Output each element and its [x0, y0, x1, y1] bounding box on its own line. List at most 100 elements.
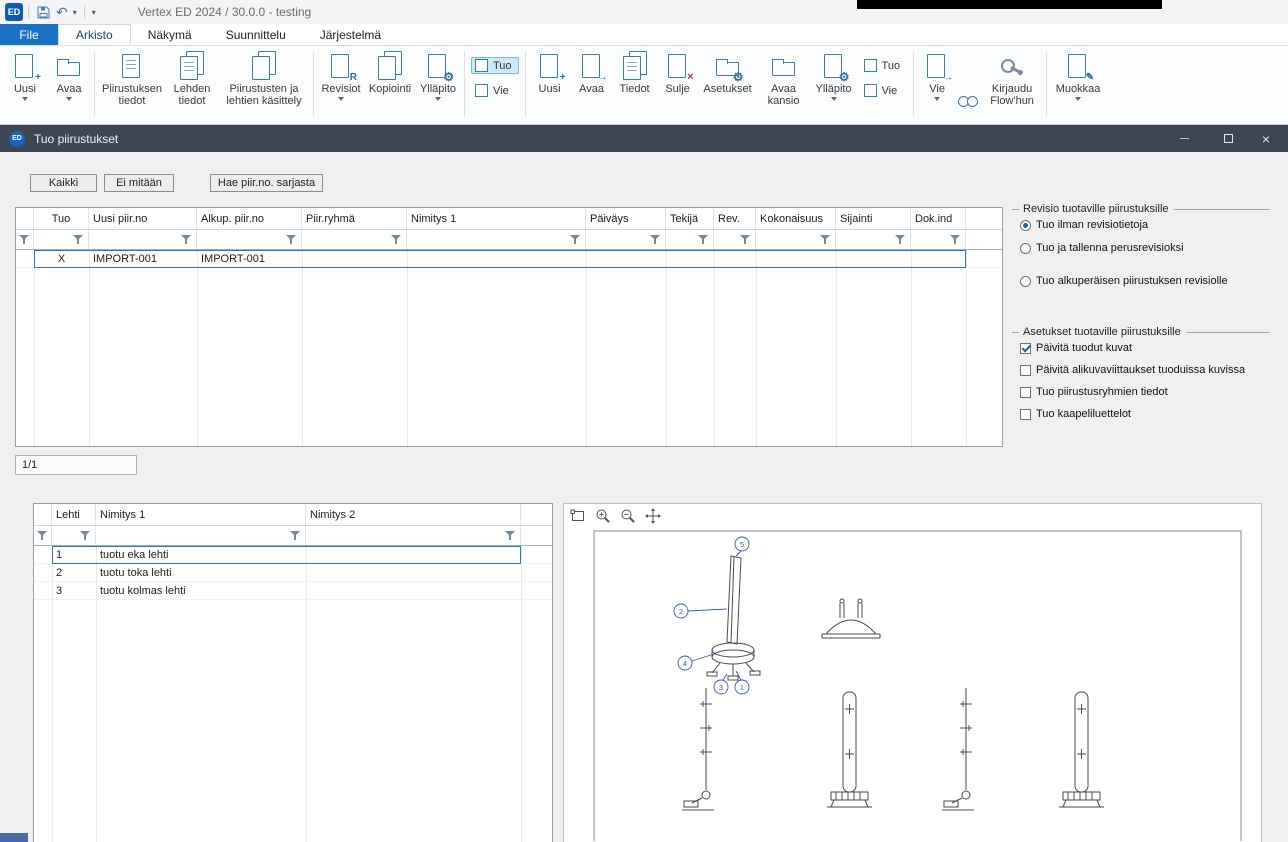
filter-icon[interactable]: [740, 234, 751, 245]
ribbon-tuo-small-button[interactable]: Tuo: [471, 57, 519, 74]
tab-suunnittelu[interactable]: Suunnittelu: [209, 24, 303, 45]
column-header[interactable]: Uusi piir.no: [89, 208, 197, 229]
tab-file[interactable]: File: [0, 24, 58, 45]
open-document-icon: →: [578, 51, 606, 81]
dropdown-arrow-icon: [22, 97, 28, 101]
checkbox-tuo-kaapeliluettelot[interactable]: Tuo kaapeliluettelot: [1020, 407, 1131, 421]
save-icon[interactable]: [34, 6, 53, 19]
ribbon-vie-small-button-2[interactable]: Vie: [860, 82, 908, 99]
filter-icon[interactable]: [286, 234, 297, 245]
filter-icon[interactable]: [19, 234, 30, 245]
filter-icon[interactable]: [73, 234, 84, 245]
column-header[interactable]: Kokonaisuus: [756, 208, 836, 229]
checkbox-tuo-piirustusryhmien-tiedot[interactable]: Tuo piirustusryhmien tiedot: [1020, 385, 1168, 399]
column-header[interactable]: Sijainti: [836, 208, 911, 229]
minimize-button[interactable]: [1166, 125, 1202, 152]
revision-group-title: Revisio tuotaville piirustuksille: [1012, 203, 1270, 215]
checkbox-paivita-tuodut-kuvat[interactable]: Päivitä tuodut kuvat: [1020, 341, 1132, 355]
sheets-table-header: Lehti Nimitys 1 Nimitys 2: [34, 504, 552, 526]
ribbon-tiedot-button[interactable]: Tiedot: [613, 49, 657, 97]
ribbon-uusi2-button[interactable]: + Uusi: [529, 49, 571, 97]
tab-nakyma[interactable]: Näkymä: [131, 24, 209, 45]
ribbon-uusi-button[interactable]: + Uusi: [3, 49, 47, 103]
pan-icon[interactable]: [644, 507, 662, 525]
qat-customize-icon[interactable]: ▾: [90, 8, 98, 17]
column-header[interactable]: Nimitys 2: [306, 504, 521, 525]
ribbon-revisiot-button[interactable]: R Revisiot: [317, 49, 365, 103]
app-logo[interactable]: ED: [5, 3, 23, 21]
filter-icon[interactable]: [650, 234, 661, 245]
close-button[interactable]: ×: [1248, 125, 1284, 152]
select-area-icon[interactable]: [569, 507, 587, 525]
ribbon-avaa-button[interactable]: Avaa: [47, 49, 91, 103]
radio-tuo-alkuperaisen-revisiolle[interactable]: Tuo alkuperäisen piirustuksen revisiolle: [1020, 274, 1228, 288]
filter-icon[interactable]: [290, 530, 301, 541]
filter-icon[interactable]: [505, 530, 516, 541]
column-header[interactable]: Tuo: [34, 208, 89, 229]
ribbon-yllapito2-button[interactable]: ⚙ Ylläpito: [811, 49, 857, 103]
filter-icon[interactable]: [80, 530, 91, 541]
drawing-canvas[interactable]: 5 2 4 3 1: [564, 504, 1261, 841]
scroll-corner[interactable]: [0, 833, 28, 842]
ribbon-kasittely-button[interactable]: Piirustusten ja lehtien käsittely: [218, 49, 310, 109]
column-header[interactable]: Rev.: [714, 208, 756, 229]
filter-icon[interactable]: [37, 530, 48, 541]
search-drawing-series-button[interactable]: Hae piir.no. sarjasta: [210, 174, 323, 192]
filter-icon[interactable]: [570, 234, 581, 245]
filter-icon[interactable]: [698, 234, 709, 245]
ribbon-piirustuksen-tiedot-button[interactable]: Piirustuksen tiedot: [98, 49, 166, 109]
ribbon-asetukset-button[interactable]: ⚙ Asetukset: [699, 49, 757, 97]
tab-arkisto[interactable]: Arkisto: [58, 24, 131, 45]
checkbox-icon: [1020, 343, 1031, 354]
filter-icon[interactable]: [391, 234, 402, 245]
ribbon-vie-small-button[interactable]: Vie: [471, 82, 519, 99]
column-header[interactable]: Piir.ryhmä: [302, 208, 407, 229]
zoom-out-icon[interactable]: [619, 507, 637, 525]
binoculars-icon[interactable]: [957, 92, 979, 110]
undo-dropdown-icon[interactable]: ▾: [71, 8, 79, 17]
checkbox-paivita-alikuvaviittaukset[interactable]: Päivitä alikuvaviittaukset tuoduissa kuv…: [1020, 363, 1245, 377]
sheets-table-filter-row: [34, 526, 552, 546]
filter-icon[interactable]: [895, 234, 906, 245]
column-header[interactable]: Alkup. piir.no: [197, 208, 302, 229]
column-header[interactable]: Nimitys 1: [407, 208, 586, 229]
dropdown-arrow-icon: [66, 97, 72, 101]
ribbon-tuo-small-button-2[interactable]: Tuo: [860, 57, 908, 74]
revision-document-icon: R: [327, 51, 355, 81]
window-title: Vertex ED 2024 / 30.0.0 - testing: [138, 5, 311, 19]
document-info-icon: [621, 51, 649, 81]
column-header[interactable]: Päiväys: [586, 208, 666, 229]
dialog-titlebar[interactable]: ED Tuo piirustukset ×: [0, 125, 1288, 152]
ribbon-muokkaa-button[interactable]: ✎ Muokkaa: [1050, 49, 1106, 103]
undo-icon[interactable]: ↶: [53, 5, 71, 19]
ribbon-vie-button[interactable]: → Vie: [917, 49, 957, 103]
ribbon-lehden-tiedot-button[interactable]: Lehden tiedot: [166, 49, 218, 109]
zoom-in-icon[interactable]: [594, 507, 612, 525]
radio-icon: [1020, 243, 1031, 254]
ribbon-avaa-kansio-button[interactable]: Avaa kansio: [757, 49, 811, 109]
column-header[interactable]: Tekijä: [666, 208, 714, 229]
import-export-group-2: Tuo Vie: [860, 57, 908, 99]
filter-icon[interactable]: [181, 234, 192, 245]
list-item[interactable]: 2 tuotu toka lehti: [34, 564, 552, 582]
select-all-button[interactable]: Kaikki: [30, 174, 97, 192]
list-item[interactable]: 1 tuotu eka lehti: [34, 546, 552, 564]
ribbon-kopiointi-button[interactable]: Kopiointi: [365, 49, 415, 97]
column-header[interactable]: Nimitys 1: [96, 504, 306, 525]
ribbon-sulje-button[interactable]: × Sulje: [657, 49, 699, 97]
select-none-button[interactable]: Ei mitään: [104, 174, 174, 192]
sheet-info-icon: [178, 51, 206, 81]
filter-icon[interactable]: [950, 234, 961, 245]
ribbon-avaa2-button[interactable]: → Avaa: [571, 49, 613, 97]
ribbon-kirjaudu-flow-button[interactable]: Kirjaudu Flow'hun: [981, 49, 1043, 109]
tab-jarjestelma[interactable]: Järjestelmä: [303, 24, 398, 45]
radio-tuo-ilman-revisiotietoja[interactable]: Tuo ilman revisiotietoja: [1020, 218, 1148, 232]
maximize-button[interactable]: [1210, 125, 1246, 152]
column-header[interactable]: Dok.ind: [911, 208, 966, 229]
column-header[interactable]: Lehti: [52, 504, 96, 525]
radio-tuo-ja-tallenna-perusrevisioksi[interactable]: Tuo ja tallenna perusrevisioksi: [1020, 241, 1184, 255]
list-item[interactable]: 3 tuotu kolmas lehti: [34, 582, 552, 600]
table-row[interactable]: X IMPORT-001 IMPORT-001: [16, 250, 1002, 268]
ribbon-yllapito-button[interactable]: ⚙ Ylläpito: [415, 49, 461, 103]
filter-icon[interactable]: [820, 234, 831, 245]
